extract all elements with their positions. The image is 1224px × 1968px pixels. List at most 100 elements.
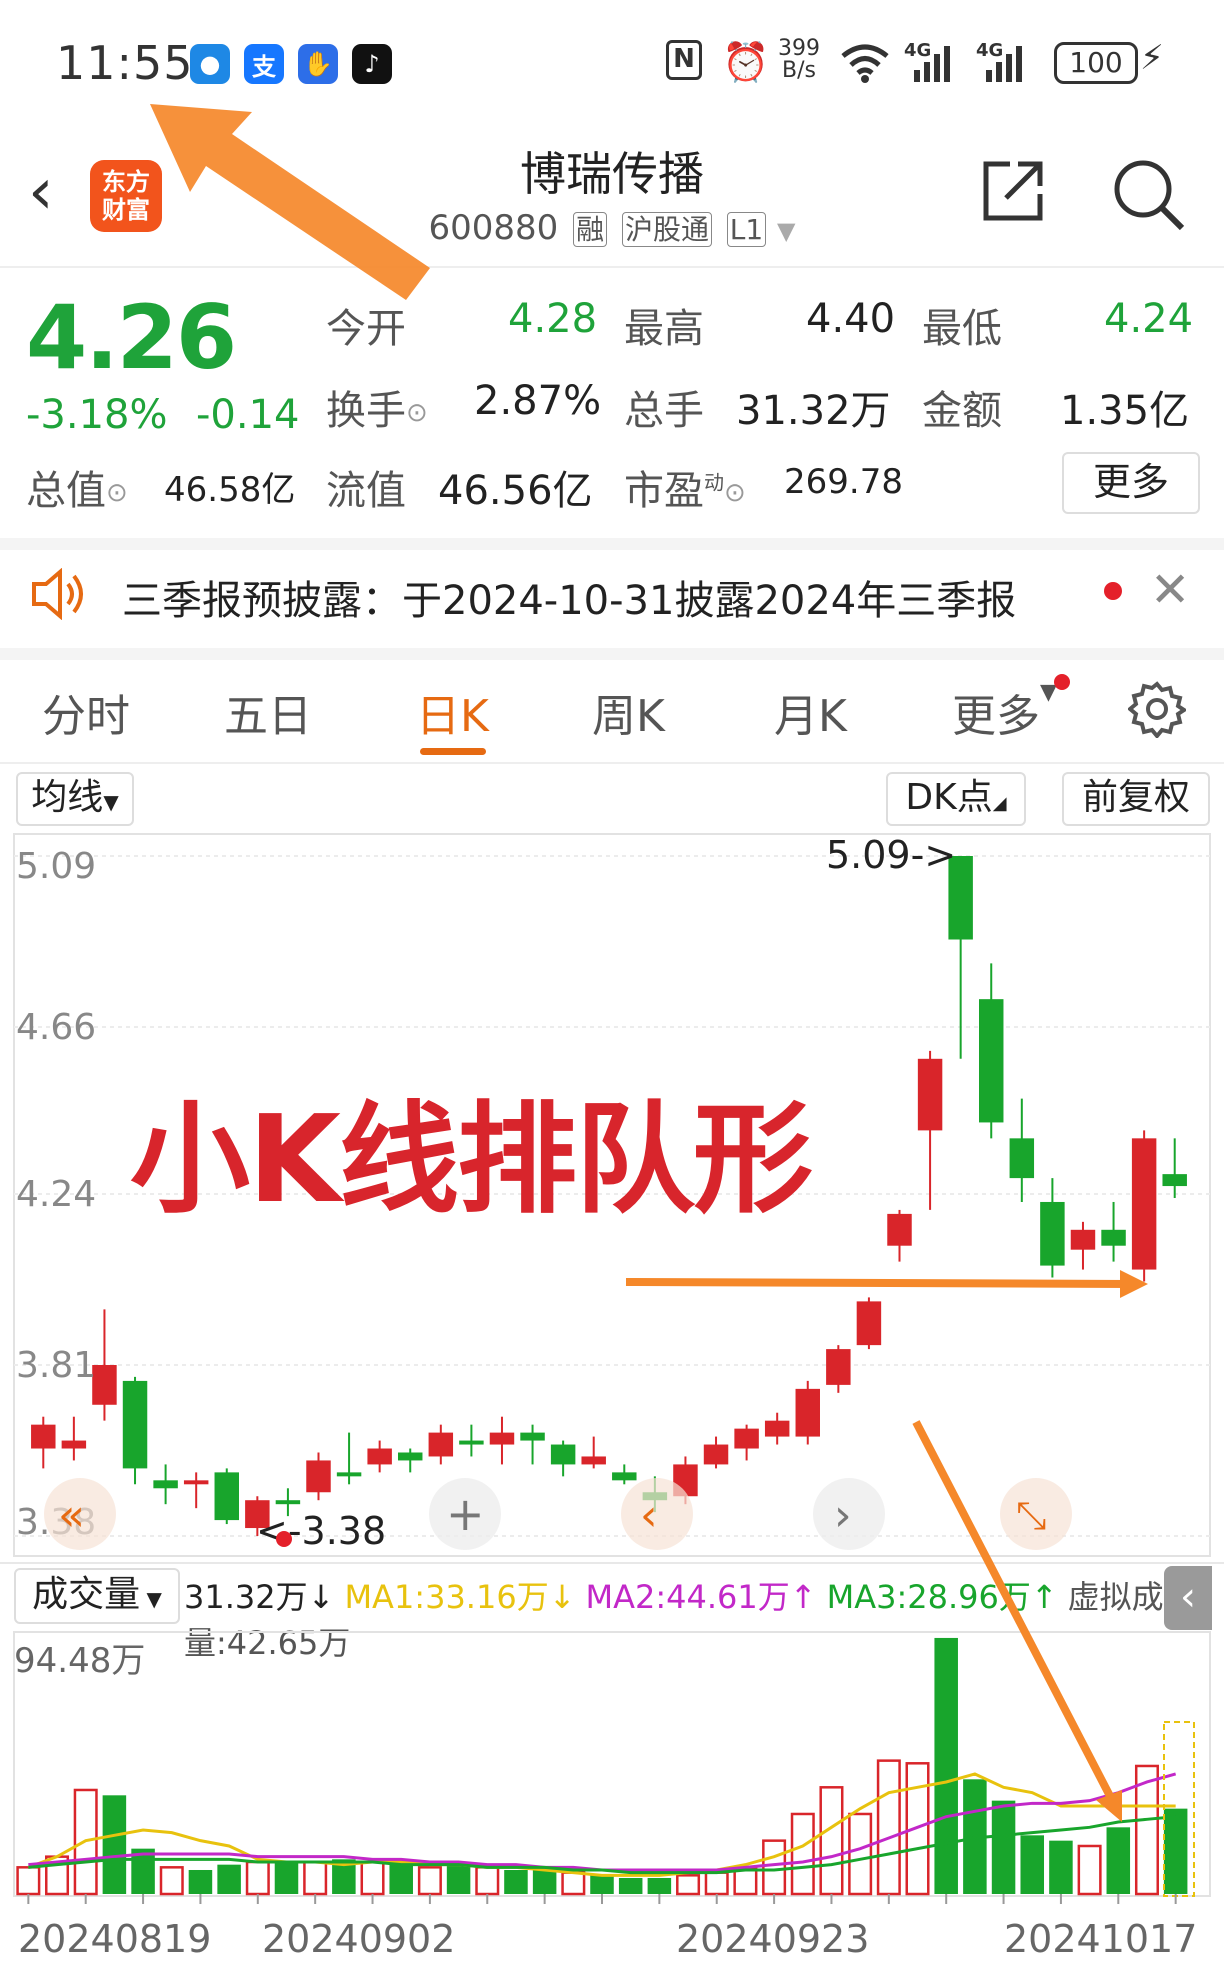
candle-body bbox=[183, 1480, 209, 1485]
volume-bar bbox=[475, 1866, 500, 1896]
chevron-down-icon: ▼ bbox=[103, 790, 119, 814]
prev-button[interactable]: ‹ bbox=[621, 1478, 693, 1550]
volume-legend-item: 31.32万↓ bbox=[184, 1578, 335, 1616]
more-quote-button[interactable]: 更多 bbox=[1062, 452, 1200, 514]
candle-body bbox=[856, 1301, 882, 1346]
y-tick-label: 3.81 bbox=[16, 1345, 96, 1386]
tab-five-day[interactable]: 五日 bbox=[224, 680, 312, 744]
float-cap-value: 46.56亿 bbox=[438, 468, 593, 514]
candle bbox=[948, 856, 973, 1059]
gear-icon[interactable] bbox=[1126, 680, 1188, 742]
volume-bar bbox=[1049, 1840, 1073, 1894]
candle-body bbox=[764, 1420, 790, 1437]
candle bbox=[856, 1297, 882, 1350]
candle-body bbox=[703, 1444, 729, 1465]
candle bbox=[703, 1436, 729, 1469]
candle bbox=[612, 1464, 637, 1485]
tab-weekly-k[interactable]: 周K bbox=[592, 680, 665, 744]
candle bbox=[61, 1416, 87, 1461]
high-value: 4.40 bbox=[806, 296, 896, 342]
tab-intraday[interactable]: 分时 bbox=[42, 680, 130, 744]
float-cap-label: 流值 bbox=[326, 468, 406, 514]
tab-daily-k[interactable]: 日K bbox=[416, 680, 489, 744]
volume-bar bbox=[245, 1860, 270, 1896]
volume-bar bbox=[819, 1786, 844, 1896]
volume-bar bbox=[934, 1637, 958, 1894]
candle bbox=[214, 1468, 239, 1525]
last-price: 4.26 bbox=[26, 286, 237, 389]
candle-body bbox=[153, 1480, 178, 1489]
candle-body bbox=[1101, 1229, 1126, 1246]
candle-body bbox=[61, 1440, 87, 1449]
search-icon[interactable] bbox=[1110, 156, 1186, 236]
amount-value: 1.35亿 bbox=[1060, 388, 1190, 434]
volume-value: 31.32万 bbox=[736, 388, 891, 434]
info-icon: ⊙ bbox=[724, 478, 746, 508]
candle-body bbox=[336, 1472, 362, 1477]
candle-body bbox=[275, 1500, 301, 1505]
tag-shanghai-connect: 沪股通 bbox=[621, 212, 712, 247]
volume-bar bbox=[1106, 1827, 1131, 1894]
volume-x-axis: 20240819 20240902 20240923 20241017 bbox=[18, 1894, 1197, 1961]
volume-bar bbox=[303, 1860, 328, 1896]
header-divider bbox=[0, 266, 1224, 268]
candle bbox=[367, 1440, 392, 1473]
scroll-left-button[interactable]: « bbox=[44, 1478, 116, 1550]
dk-point-button[interactable]: DK点◢ bbox=[886, 772, 1026, 826]
zoom-in-button[interactable]: + bbox=[429, 1478, 501, 1550]
svg-text:4G: 4G bbox=[976, 40, 1003, 61]
expand-icon[interactable]: ⤡ bbox=[1000, 1478, 1072, 1550]
volume-max-label: 94.48万 bbox=[14, 1641, 145, 1681]
chevron-down-icon: ▼ bbox=[140, 1587, 162, 1611]
candle bbox=[581, 1436, 606, 1469]
candle-body bbox=[1009, 1138, 1035, 1179]
candle-body bbox=[1070, 1229, 1096, 1250]
notice-text[interactable]: 三季报预披露：于2024-10-31披露2024年三季报 bbox=[122, 568, 1016, 626]
svg-text:«: « bbox=[58, 1490, 85, 1541]
candle bbox=[153, 1464, 178, 1505]
pe-label: 市盈动⊙ bbox=[624, 468, 746, 514]
volume-indicator-selector[interactable]: 成交量 ▼ bbox=[14, 1568, 180, 1624]
low-value: 4.24 bbox=[1104, 296, 1194, 342]
price-adjust-button[interactable]: 前复权 bbox=[1062, 772, 1210, 826]
svg-text:‹: ‹ bbox=[640, 1490, 658, 1541]
ma-selector-button[interactable]: 均线▼ bbox=[16, 772, 134, 826]
notice-top-gap bbox=[0, 538, 1224, 550]
candle-body bbox=[826, 1349, 851, 1385]
candle bbox=[887, 1209, 912, 1262]
close-icon[interactable]: ✕ bbox=[1150, 562, 1190, 618]
candle bbox=[1162, 1138, 1187, 1198]
y-tick-label: 5.09 bbox=[16, 846, 96, 887]
svg-text:›: › bbox=[834, 1490, 852, 1541]
volume-bar bbox=[1163, 1808, 1188, 1894]
svg-text:4G: 4G bbox=[904, 40, 931, 61]
status-time: 11:55 bbox=[56, 36, 194, 90]
message-app-icon: ● bbox=[190, 44, 230, 84]
candle-body bbox=[1040, 1201, 1065, 1266]
candle bbox=[1009, 1098, 1035, 1202]
candle bbox=[336, 1432, 362, 1485]
x-tick-label: 20240923 bbox=[676, 1917, 869, 1961]
volume-bar bbox=[389, 1864, 413, 1894]
volume-legend-item: MA3:28.96万↑ bbox=[826, 1578, 1058, 1616]
amount-label: 金额 bbox=[922, 388, 1002, 434]
candle bbox=[1070, 1221, 1096, 1270]
volume-bar bbox=[16, 1866, 41, 1896]
volume-label: 总手 bbox=[624, 388, 704, 434]
volume-bar bbox=[647, 1877, 672, 1894]
share-icon[interactable] bbox=[980, 158, 1046, 228]
notice-bottom-gap bbox=[0, 648, 1224, 660]
volume-chart[interactable]: 94.48万 20240819 20240902 20240923 20241017 bbox=[0, 1630, 1224, 1968]
tab-more-dot bbox=[1054, 674, 1070, 690]
next-button[interactable]: › bbox=[813, 1478, 885, 1550]
turnover-label: 换手⊙ bbox=[326, 388, 428, 434]
candle bbox=[122, 1376, 148, 1485]
collapse-left-icon[interactable]: ‹ bbox=[1164, 1566, 1212, 1630]
volume-bar bbox=[1020, 1835, 1045, 1894]
candle bbox=[550, 1440, 576, 1477]
pe-value: 269.78 bbox=[784, 462, 903, 502]
min-price-label: <-3.38 bbox=[256, 1509, 386, 1553]
tab-monthly-k[interactable]: 月K bbox=[774, 680, 847, 744]
tab-more[interactable]: 更多▼ bbox=[952, 680, 1057, 744]
volume-bar bbox=[790, 1812, 815, 1896]
